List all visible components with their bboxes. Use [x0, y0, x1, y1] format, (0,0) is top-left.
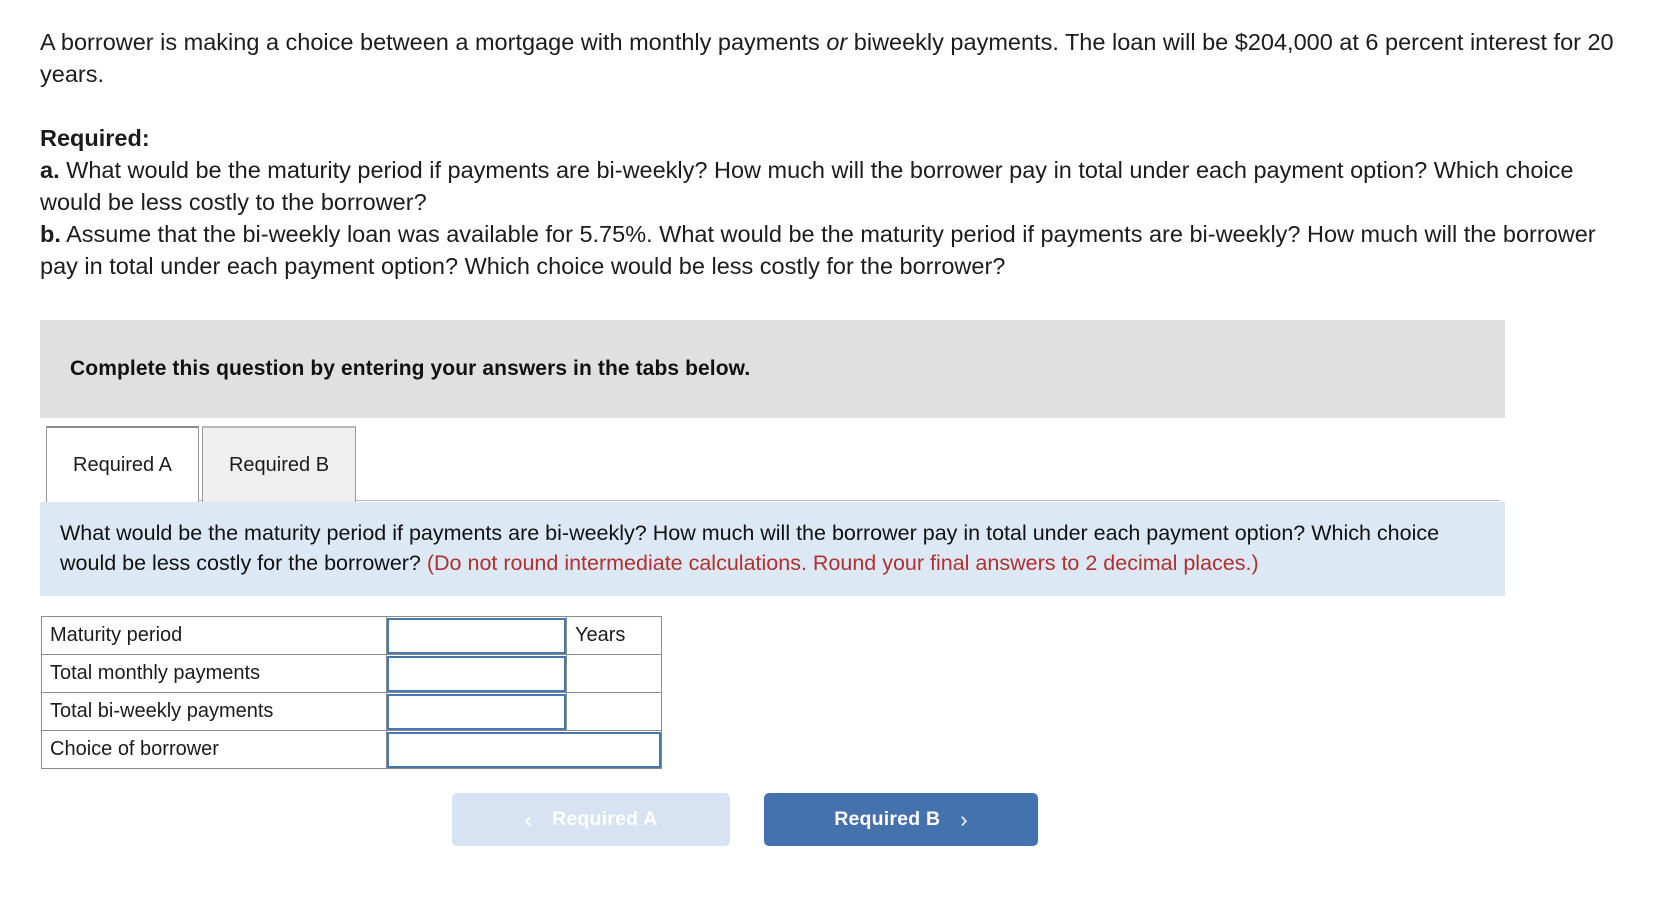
table-row: Choice of borrower — [41, 730, 662, 769]
row-label-total-monthly-payments: Total monthly payments — [41, 654, 387, 693]
next-required-b-label: Required B — [834, 808, 941, 830]
maturity-period-input[interactable] — [387, 617, 566, 654]
instruction-banner: Complete this question by entering your … — [40, 320, 1505, 418]
tab-required-a[interactable]: Required A — [46, 426, 199, 502]
input-wrap — [387, 617, 566, 654]
required-item-b-marker: b. — [40, 221, 61, 247]
input-wrap — [387, 693, 566, 730]
choice-of-borrower-input[interactable] — [387, 731, 661, 768]
required-item-a-text: What would be the maturity period if pay… — [40, 157, 1574, 215]
question-panel-note: (Do not round intermediate calculations.… — [426, 551, 1259, 575]
instruction-banner-text: Complete this question by entering your … — [70, 357, 751, 380]
tab-required-b[interactable]: Required B — [201, 426, 357, 502]
row-unit-total-biweekly-payments — [566, 692, 662, 731]
required-item-b-text: Assume that the bi-weekly loan was avail… — [40, 221, 1596, 279]
tab-required-a-label: Required A — [73, 453, 172, 476]
input-cell-total-biweekly-payments — [386, 692, 567, 731]
table-row: Total monthly payments — [41, 654, 662, 693]
input-cell-maturity-period — [386, 616, 567, 655]
row-label-total-biweekly-payments: Total bi-weekly payments — [41, 692, 387, 731]
row-label-choice-of-borrower: Choice of borrower — [41, 730, 387, 769]
question-panel-text: What would be the maturity period if pay… — [60, 518, 1483, 578]
required-item-b: b. Assume that the bi-weekly loan was av… — [40, 218, 1600, 282]
problem-statement-italic: or — [826, 29, 848, 55]
answer-table: Maturity period Years Total monthly paym… — [41, 616, 662, 769]
required-heading: Required: — [40, 125, 150, 151]
table-row: Maturity period Years — [41, 616, 662, 655]
row-unit-total-monthly-payments — [566, 654, 662, 693]
total-monthly-payments-input[interactable] — [387, 655, 566, 692]
required-item-a: a. What would be the maturity period if … — [40, 154, 1600, 218]
navigation-bar: ‹ Required A Required B › — [0, 793, 1680, 846]
input-wrap — [387, 655, 566, 692]
input-cell-total-monthly-payments — [386, 654, 567, 693]
problem-statement-part1: A borrower is making a choice between a … — [40, 29, 827, 55]
question-panel: What would be the maturity period if pay… — [40, 502, 1505, 596]
prev-required-a-button[interactable]: ‹ Required A — [452, 793, 730, 846]
row-label-maturity-period: Maturity period — [41, 616, 387, 655]
problem-statement: A borrower is making a choice between a … — [40, 26, 1638, 90]
required-item-a-marker: a. — [40, 157, 60, 183]
next-required-b-button[interactable]: Required B › — [764, 793, 1038, 846]
input-wrap — [387, 731, 661, 768]
tab-bar: Required A Required B — [46, 426, 1680, 502]
required-block: Required: a. What would be the maturity … — [40, 122, 1600, 282]
prev-required-a-label: Required A — [552, 808, 658, 830]
table-row: Total bi-weekly payments — [41, 692, 662, 731]
chevron-right-icon: › — [960, 806, 968, 832]
total-biweekly-payments-input[interactable] — [387, 693, 566, 730]
question-page: A borrower is making a choice between a … — [0, 0, 1680, 921]
tab-required-b-label: Required B — [228, 453, 330, 476]
chevron-left-icon: ‹ — [524, 806, 533, 832]
input-cell-choice-of-borrower — [386, 730, 662, 769]
row-unit-maturity-period: Years — [566, 616, 662, 655]
